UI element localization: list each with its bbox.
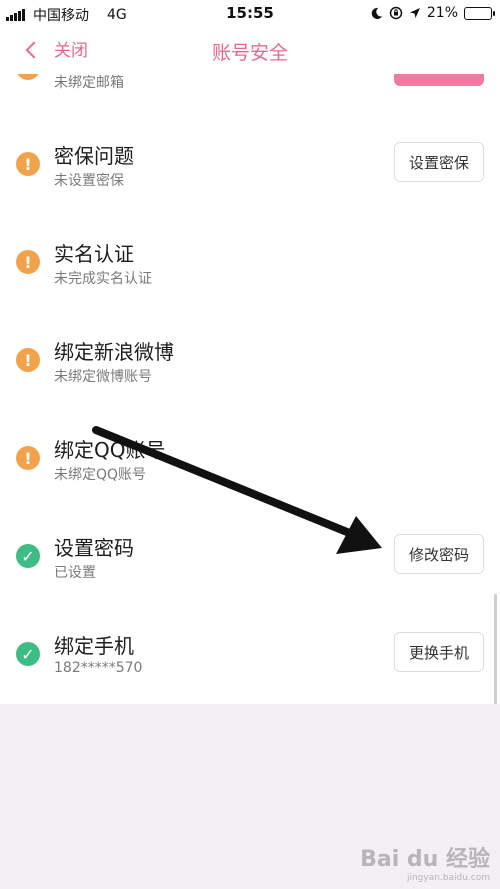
list-item-subtitle: 未绑定QQ账号 bbox=[54, 467, 147, 483]
action-button[interactable]: 修改密码 bbox=[394, 534, 484, 574]
action-button[interactable]: 更换手机 bbox=[394, 632, 484, 672]
warning-icon bbox=[16, 74, 40, 80]
list-item-subtitle: 未完成实名认证 bbox=[54, 271, 152, 287]
nav-bar: 关闭 账号安全 bbox=[0, 28, 500, 74]
list-item[interactable]: ✓ 设置密码已设置 修改密码 bbox=[0, 504, 500, 602]
list-item-title: 实名认证 bbox=[54, 242, 134, 266]
list-item-subtitle: 未绑定微博账号 bbox=[54, 369, 152, 385]
list-item[interactable]: ! 实名认证未完成实名认证 bbox=[0, 210, 500, 308]
list-item-subtitle: 未绑定邮箱 bbox=[54, 75, 124, 91]
status-bar: 中国移动 4G 15:55 21% bbox=[0, 0, 500, 28]
list-item-email[interactable]: 未绑定邮箱 bbox=[0, 74, 500, 108]
security-list: 未绑定邮箱 ! 密保问题 未设置密保 设置密保! 实名认证 未完成实名认证! 绑定新浪微博未… bbox=[0, 74, 500, 704]
page-title: 账号安全 bbox=[211, 42, 288, 64]
action-button[interactable]: 设置密保 bbox=[394, 142, 484, 182]
battery-icon bbox=[464, 6, 495, 20]
scrollbar[interactable] bbox=[494, 594, 497, 704]
list-item[interactable]: ✓ 绑定手机 182*****570 更换手机 bbox=[0, 602, 500, 700]
list-item-title: 密保问题 bbox=[54, 144, 134, 168]
watermark-logo: Bai du 经验 jingyan.baidu.com bbox=[360, 841, 490, 883]
rotation-lock-icon bbox=[389, 6, 403, 20]
check-icon: ✓ bbox=[16, 642, 40, 666]
list-item-subtitle: 182*****570 bbox=[54, 660, 143, 676]
battery-percent: 21% bbox=[426, 5, 458, 21]
list-item[interactable]: ! 绑定QQ账号未绑定QQ账号 bbox=[0, 406, 500, 504]
list-item-subtitle: 已设置 bbox=[54, 565, 96, 581]
list-item[interactable]: ! 绑定新浪微博未绑定微博账号 bbox=[0, 308, 500, 406]
warning-icon: ! bbox=[16, 152, 40, 176]
check-icon: ✓ bbox=[16, 544, 40, 568]
list-item-title: 绑定QQ账号 bbox=[54, 438, 166, 462]
list-item-title: 绑定新浪微博 bbox=[54, 340, 174, 364]
warning-icon: ! bbox=[16, 348, 40, 372]
bind-email-button[interactable] bbox=[394, 74, 484, 86]
warning-icon: ! bbox=[16, 446, 40, 470]
list-item-title: 绑定手机 bbox=[54, 634, 134, 658]
list-item-subtitle: 未设置密保 bbox=[54, 173, 124, 189]
status-right: 21% bbox=[370, 5, 495, 21]
list-item[interactable]: ! 密保问题未设置密保 设置密保 bbox=[0, 112, 500, 210]
location-icon bbox=[409, 8, 420, 18]
moon-icon bbox=[371, 7, 382, 19]
warning-icon: ! bbox=[16, 250, 40, 274]
watermark-text: Bai du 经验 bbox=[360, 847, 490, 872]
list-item-title: 设置密码 bbox=[54, 536, 134, 560]
watermark-url: jingyan.baidu.com bbox=[406, 873, 490, 883]
